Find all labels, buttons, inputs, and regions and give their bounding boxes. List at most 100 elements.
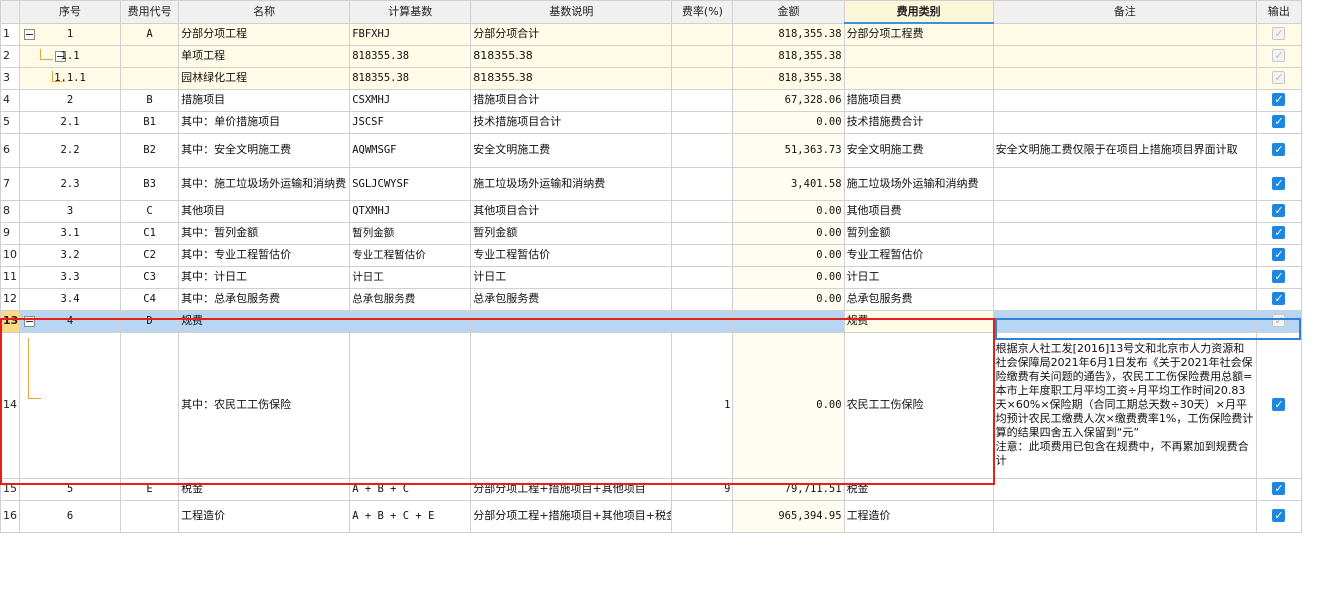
- cell-base-desc[interactable]: 其他项目合计: [470, 199, 673, 223]
- cell-seq[interactable]: 4: [18, 309, 122, 333]
- cell-amount[interactable]: 0.00: [732, 221, 845, 245]
- header-row-number[interactable]: [0, 0, 20, 24]
- cell-name[interactable]: 其中：暂列金额: [178, 221, 351, 245]
- cell-output[interactable]: ✓: [1255, 22, 1303, 46]
- cell-output[interactable]: ✓: [1255, 132, 1303, 168]
- cell-amount[interactable]: 0.00: [732, 110, 845, 134]
- cell-base[interactable]: JSCSF: [349, 110, 472, 134]
- cell-name[interactable]: 其中：安全文明施工费: [178, 132, 351, 168]
- cell-code[interactable]: [120, 66, 180, 90]
- table-row[interactable]: 10 3.2 C2 其中：专业工程暂估价 专业工程暂估价 专业工程暂估价 0.00 专业工程暂…: [0, 243, 1303, 267]
- cell-amount[interactable]: 0.00: [732, 331, 845, 479]
- cell-rate[interactable]: 1: [671, 331, 734, 479]
- cell-note[interactable]: [992, 88, 1257, 112]
- row-number[interactable]: 15: [0, 477, 20, 501]
- cell-category[interactable]: 计日工: [843, 265, 994, 289]
- checkbox-checked-icon[interactable]: ✓: [1272, 248, 1286, 261]
- row-number[interactable]: 14: [0, 331, 20, 479]
- table-row[interactable]: 7 2.3 B3 其中：施工垃圾场外运输和消纳费 SGLJCWYSF 施工垃圾场外运输和消…: [0, 166, 1303, 201]
- cell-amount[interactable]: 51,363.73: [732, 132, 845, 168]
- cell-base[interactable]: FBFXHJ: [349, 22, 472, 46]
- row-number[interactable]: 7: [0, 166, 20, 201]
- cell-name[interactable]: 单项工程: [178, 44, 351, 68]
- cell-code[interactable]: B3: [120, 166, 180, 201]
- cell-code[interactable]: B: [120, 88, 180, 112]
- cell-name[interactable]: 其中：单价措施项目: [178, 110, 351, 134]
- cell-code[interactable]: [120, 331, 180, 479]
- row-number[interactable]: 1: [0, 22, 20, 46]
- cell-name[interactable]: 其中：专业工程暂估价: [178, 243, 351, 267]
- cell-rate[interactable]: 9: [671, 477, 734, 501]
- cell-output[interactable]: ✓: [1255, 66, 1303, 90]
- cell-note[interactable]: [992, 110, 1257, 134]
- cell-amount[interactable]: 0.00: [732, 287, 845, 311]
- cell-name[interactable]: 税金: [178, 477, 351, 501]
- cell-output[interactable]: ✓: [1255, 88, 1303, 112]
- cell-output[interactable]: ✓: [1255, 110, 1303, 134]
- cell-base-desc[interactable]: [470, 331, 673, 479]
- cell-code[interactable]: C2: [120, 243, 180, 267]
- row-number[interactable]: 4: [0, 88, 20, 112]
- cell-seq[interactable]: 2: [18, 88, 122, 112]
- checkbox-checked-icon[interactable]: ✓: [1272, 509, 1286, 522]
- cell-category[interactable]: 措施项目费: [843, 88, 994, 112]
- cell-base[interactable]: 总承包服务费: [349, 287, 472, 311]
- cell-output[interactable]: ✓: [1255, 265, 1303, 289]
- header-base-desc[interactable]: 基数说明: [470, 0, 673, 24]
- table-row[interactable]: 8 3 C 其他项目 QTXMHJ 其他项目合计 0.00 其他项目费 ✓: [0, 199, 1303, 223]
- cell-category[interactable]: 总承包服务费: [843, 287, 994, 311]
- cell-seq[interactable]: 2.3: [18, 166, 122, 201]
- cell-note[interactable]: [992, 499, 1257, 533]
- checkbox-checked-icon[interactable]: ✓: [1272, 204, 1286, 217]
- cell-base[interactable]: [349, 309, 472, 333]
- cell-rate[interactable]: [671, 221, 734, 245]
- cell-seq[interactable]: 3.3: [18, 265, 122, 289]
- cell-name[interactable]: 工程造价: [178, 499, 351, 533]
- table-row[interactable]: 11 3.3 C3 其中：计日工 计日工 计日工 0.00 计日工 ✓: [0, 265, 1303, 289]
- cell-category[interactable]: 安全文明施工费: [843, 132, 994, 168]
- cell-rate[interactable]: [671, 66, 734, 90]
- header-code[interactable]: 费用代号: [120, 0, 180, 24]
- cell-seq[interactable]: 3: [18, 199, 122, 223]
- cell-note[interactable]: 安全文明施工费仅限于在项目上措施项目界面计取: [992, 132, 1257, 168]
- cell-amount[interactable]: 0.00: [732, 243, 845, 267]
- cell-amount[interactable]: 965,394.95: [732, 499, 845, 533]
- cell-seq[interactable]: 1.1: [18, 44, 122, 68]
- row-number[interactable]: 10: [0, 243, 20, 267]
- table-row[interactable]: 2 1.1 单项工程 818355.38 818355.38 818,355.38 ✓: [0, 44, 1303, 68]
- cell-base[interactable]: 暂列金额: [349, 221, 472, 245]
- header-amount[interactable]: 金额: [732, 0, 845, 24]
- cell-output[interactable]: ✓: [1255, 331, 1303, 479]
- header-base[interactable]: 计算基数: [349, 0, 472, 24]
- cell-amount[interactable]: 3,401.58: [732, 166, 845, 201]
- table-row[interactable]: 4 2 B 措施项目 CSXMHJ 措施项目合计 67,328.06 措施项目费 ✓: [0, 88, 1303, 112]
- cell-seq[interactable]: 2.1: [18, 110, 122, 134]
- cell-seq[interactable]: 3.2: [18, 243, 122, 267]
- cell-category[interactable]: 税金: [843, 477, 994, 501]
- cell-amount[interactable]: 79,711.51: [732, 477, 845, 501]
- cell-base[interactable]: CSXMHJ: [349, 88, 472, 112]
- table-row[interactable]: 14 其中：农民工工伤保险 1 0.00 农民工工伤保险 根据京人社工发[2016]13号…: [0, 331, 1303, 479]
- cell-category[interactable]: 农民工工伤保险: [843, 331, 994, 479]
- cell-rate[interactable]: [671, 166, 734, 201]
- cell-base-desc[interactable]: 总承包服务费: [470, 287, 673, 311]
- cell-output[interactable]: ✓: [1255, 221, 1303, 245]
- cell-rate[interactable]: [671, 88, 734, 112]
- cell-base[interactable]: SGLJCWYSF: [349, 166, 472, 201]
- cell-seq[interactable]: 5: [18, 477, 122, 501]
- row-number[interactable]: 13: [0, 309, 20, 333]
- cell-seq[interactable]: 3.1: [18, 221, 122, 245]
- cell-base-desc[interactable]: 暂列金额: [470, 221, 673, 245]
- cell-note[interactable]: [992, 44, 1257, 68]
- cell-amount[interactable]: 818,355.38: [732, 66, 845, 90]
- cell-rate[interactable]: [671, 309, 734, 333]
- cell-code[interactable]: A: [120, 22, 180, 46]
- cell-output[interactable]: ✓: [1255, 309, 1303, 333]
- row-number[interactable]: 2: [0, 44, 20, 68]
- cell-seq[interactable]: 2.2: [18, 132, 122, 168]
- cell-code[interactable]: B2: [120, 132, 180, 168]
- cell-rate[interactable]: [671, 44, 734, 68]
- cell-amount[interactable]: [732, 309, 845, 333]
- cell-base-desc[interactable]: 计日工: [470, 265, 673, 289]
- cell-category[interactable]: 其他项目费: [843, 199, 994, 223]
